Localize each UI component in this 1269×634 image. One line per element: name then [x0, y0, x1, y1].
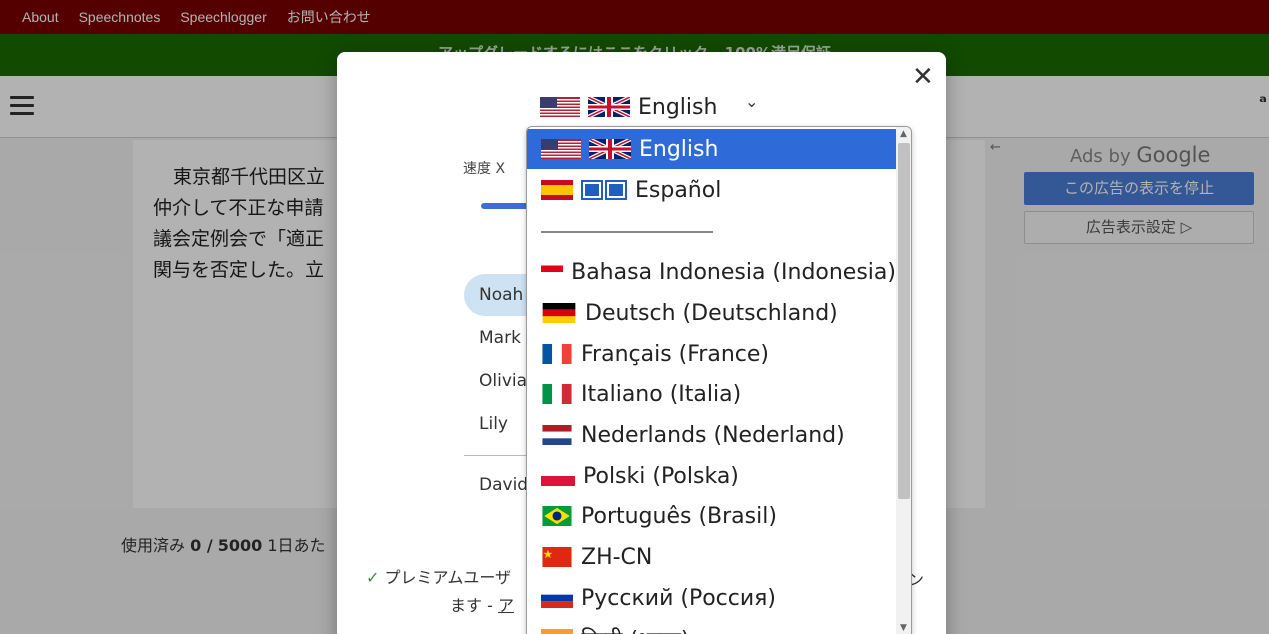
voice-option-mark[interactable]: Mark [464, 317, 534, 359]
speed-label: 速度 X [463, 161, 506, 177]
us-flag-icon [540, 97, 580, 117]
premium-line2-prefix: ます - [450, 596, 498, 615]
language-option-label: Português (Brasil) [581, 503, 777, 529]
language-option-label: ZH-CN [581, 544, 653, 570]
language-option-english[interactable]: English [527, 129, 896, 169]
dropdown-scrollbar[interactable]: ▲ ▼ [896, 127, 911, 634]
language-option-label: Bahasa Indonesia (Indonesia) [571, 259, 896, 285]
voice-option-olivia[interactable]: Olivia [464, 360, 534, 402]
poland-flag-icon [541, 466, 575, 486]
voice-option-david[interactable]: David [464, 464, 534, 506]
check-icon: ✓ [366, 568, 380, 587]
language-dropdown-list[interactable]: English Español Bahasa Indonesia (Indone… [526, 126, 912, 634]
voice-option-lily[interactable]: Lily [464, 403, 534, 445]
language-option-label: Français (France) [581, 341, 769, 367]
netherlands-flag-icon [542, 425, 572, 445]
premium-upgrade-link[interactable]: ア [498, 596, 514, 615]
language-option-dutch[interactable]: Nederlands (Nederland) [527, 415, 896, 455]
scroll-up-icon[interactable]: ▲ [900, 129, 907, 139]
language-option-label: Italiano (Italia) [581, 381, 742, 407]
language-option-french[interactable]: Français (France) [527, 334, 896, 374]
close-icon[interactable]: ✕ [912, 62, 934, 92]
language-option-german[interactable]: Deutsch (Deutschland) [527, 293, 896, 333]
italy-flag-icon [542, 384, 572, 404]
language-option-italian[interactable]: Italiano (Italia) [527, 374, 896, 414]
language-option-espanol[interactable]: Español [527, 170, 896, 210]
brazil-flag-icon [542, 506, 572, 526]
language-option-chinese[interactable]: ZH-CN [527, 537, 896, 577]
voice-option-noah[interactable]: Noah [464, 274, 534, 316]
language-option-label: Русский (Россия) [581, 585, 776, 611]
france-flag-icon [542, 344, 572, 364]
china-flag-icon [542, 547, 572, 567]
language-option-label: Deutsch (Deutschland) [585, 300, 838, 326]
uk-flag-icon [589, 139, 631, 159]
uk-flag-icon [588, 97, 630, 117]
spain-flag-icon [541, 180, 573, 200]
selected-language-label: English [638, 94, 718, 120]
language-option-label: हिन्दी (भारत) [581, 624, 689, 634]
scroll-thumb[interactable] [898, 143, 910, 499]
us-flag-icon [541, 139, 581, 159]
premium-notice: ✓ プレミアムユーザ [366, 564, 511, 588]
premium-notice-line2: ます - ア [450, 592, 514, 616]
india-flag-icon [541, 629, 573, 634]
mexico-flag-icon [581, 180, 603, 200]
language-option-label: Español [635, 177, 722, 203]
language-option-portuguese[interactable]: Português (Brasil) [527, 496, 896, 536]
language-option-russian[interactable]: Русский (Россия) [527, 578, 896, 618]
language-option-polish[interactable]: Polski (Polska) [527, 456, 896, 496]
speed-slider[interactable] [481, 203, 531, 209]
indonesia-flag-icon [541, 265, 564, 279]
voice-divider [464, 455, 530, 456]
germany-flag-icon [542, 303, 576, 323]
language-select[interactable]: English ⌄ [540, 88, 758, 126]
scroll-down-icon[interactable]: ▼ [900, 623, 907, 633]
language-option-label: English [639, 136, 719, 162]
language-option-hindi[interactable]: हिन्दी (भारत) [527, 619, 896, 634]
language-option-indonesian[interactable]: Bahasa Indonesia (Indonesia) [527, 252, 896, 292]
latam-flag-icon [605, 180, 627, 200]
language-option-label: Polski (Polska) [583, 463, 739, 489]
chevron-down-icon: ⌄ [745, 92, 759, 111]
premium-text: プレミアムユーザ [384, 568, 512, 587]
language-option-label: Nederlands (Nederland) [581, 422, 845, 448]
russia-flag-icon [541, 588, 573, 608]
dropdown-separator [541, 231, 713, 233]
